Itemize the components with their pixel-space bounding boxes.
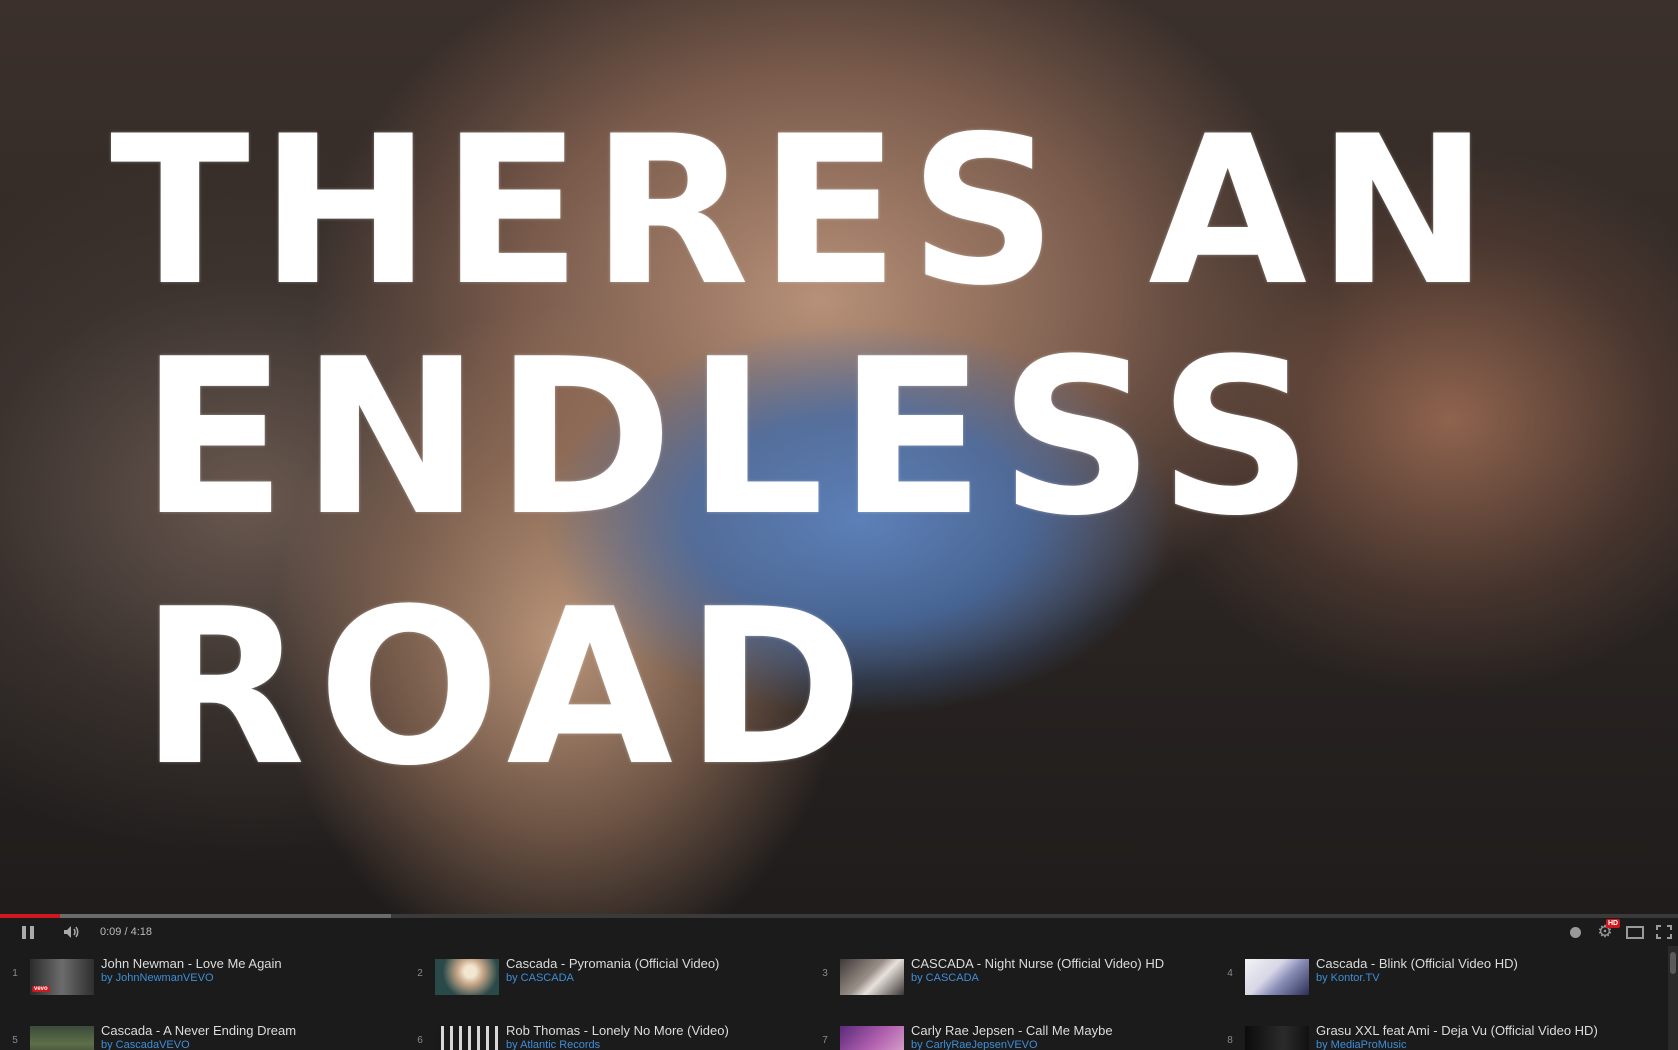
- playlist-item-channel[interactable]: by CarlyRaeJepsenVEVO: [911, 1039, 1038, 1050]
- playlist-item-title[interactable]: Cascada - A Never Ending Dream: [101, 1023, 296, 1038]
- pause-icon[interactable]: [16, 918, 40, 946]
- playlist-item[interactable]: 8 Grasu XXL feat Ami - Deja Vu (Official…: [1215, 1013, 1615, 1050]
- playlist-item-channel[interactable]: by CascadaVEVO: [101, 1039, 190, 1050]
- playlist-item[interactable]: 4 Cascada - Blink (Official Video HD) by…: [1215, 946, 1615, 998]
- video-thumbnail[interactable]: [1245, 1026, 1309, 1050]
- playlist-item[interactable]: 5 Cascada - A Never Ending Dream by Casc…: [0, 1013, 400, 1050]
- playlist-item-index: 8: [1227, 1035, 1233, 1046]
- playlist-item-channel[interactable]: by CASCADA: [506, 972, 574, 984]
- playlist-item-index: 3: [822, 968, 828, 979]
- annotations-icon[interactable]: [1564, 918, 1586, 946]
- playlist-item[interactable]: 6 Rob Thomas - Lonely No More (Video) by…: [405, 1013, 805, 1050]
- playlist-item[interactable]: 1 vevo John Newman - Love Me Again by Jo…: [0, 946, 400, 998]
- playlist-item-index: 1: [12, 968, 18, 979]
- lyric-line-2: ENDLESS: [140, 312, 1328, 563]
- playlist-item[interactable]: 7 Carly Rae Jepsen - Call Me Maybe by Ca…: [810, 1013, 1210, 1050]
- time-display: 0:09 / 4:18: [100, 926, 152, 938]
- lyric-line-3: ROAD: [140, 562, 876, 813]
- playlist-item[interactable]: 3 CASCADA - Night Nurse (Official Video)…: [810, 946, 1210, 998]
- video-thumbnail[interactable]: [840, 959, 904, 995]
- video-thumbnail[interactable]: [30, 1026, 94, 1050]
- playlist-item-channel[interactable]: by MediaProMusic: [1316, 1039, 1406, 1050]
- playlist-item-title[interactable]: Cascada - Pyromania (Official Video): [506, 956, 719, 971]
- playlist-item-channel[interactable]: by Atlantic Records: [506, 1039, 600, 1050]
- playlist-item-channel[interactable]: by JohnNewmanVEVO: [101, 972, 214, 984]
- playlist-item-channel[interactable]: by CASCADA: [911, 972, 979, 984]
- video-thumbnail[interactable]: vevo: [30, 959, 94, 995]
- playlist-item-index: 4: [1227, 968, 1233, 979]
- playlist-item-index: 2: [417, 968, 423, 979]
- playlist-item-title[interactable]: John Newman - Love Me Again: [101, 956, 282, 971]
- playlist-item-title[interactable]: Rob Thomas - Lonely No More (Video): [506, 1023, 729, 1038]
- playlist-item-title[interactable]: Grasu XXL feat Ami - Deja Vu (Official V…: [1316, 1023, 1598, 1038]
- volume-icon[interactable]: [58, 918, 86, 946]
- playlist-item-index: 5: [12, 1035, 18, 1046]
- vevo-badge: vevo: [32, 986, 50, 992]
- lyric-line-1: THERES AN: [110, 93, 1499, 331]
- video-thumbnail[interactable]: [435, 1026, 499, 1050]
- playlist-item-index: 6: [417, 1035, 423, 1046]
- video-thumbnail[interactable]: [1245, 959, 1309, 995]
- hd-badge: HD: [1606, 919, 1621, 928]
- playlist-item-title[interactable]: CASCADA - Night Nurse (Official Video) H…: [911, 956, 1164, 971]
- player-controls: 0:09 / 4:18 ⚙ HD: [0, 918, 1678, 946]
- playlist-item-title[interactable]: Carly Rae Jepsen - Call Me Maybe: [911, 1023, 1113, 1038]
- video-frame[interactable]: THERES AN ENDLESS ROAD: [0, 0, 1678, 915]
- playlist-item-channel[interactable]: by Kontor.TV: [1316, 972, 1380, 984]
- video-thumbnail[interactable]: [435, 959, 499, 995]
- video-thumbnail[interactable]: [840, 1026, 904, 1050]
- playlist-scrollbar[interactable]: [1668, 946, 1678, 1050]
- theater-mode-icon[interactable]: [1623, 918, 1647, 946]
- playlist-item[interactable]: 2 Cascada - Pyromania (Official Video) b…: [405, 946, 805, 998]
- playlist-item-index: 7: [822, 1035, 828, 1046]
- fullscreen-icon[interactable]: [1652, 918, 1676, 946]
- scrollbar-thumb[interactable]: [1670, 952, 1676, 974]
- playlist-item-title[interactable]: Cascada - Blink (Official Video HD): [1316, 956, 1518, 971]
- playlist-panel: 1 vevo John Newman - Love Me Again by Jo…: [0, 946, 1678, 1050]
